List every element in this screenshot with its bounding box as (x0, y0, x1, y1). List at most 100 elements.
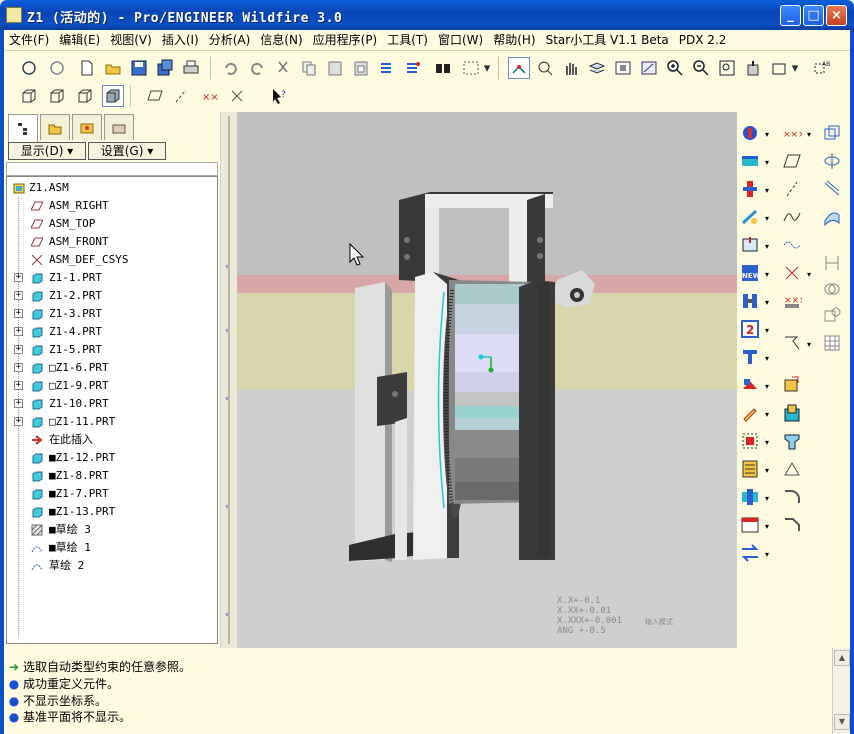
expand-icon[interactable]: + (14, 345, 23, 354)
expand-icon[interactable]: + (14, 291, 23, 300)
sweep-icon[interactable] (821, 178, 843, 200)
tab-folder-browser[interactable] (40, 114, 70, 140)
menu-pdx[interactable]: PDX 2.2 (674, 30, 732, 50)
new-session-icon[interactable] (18, 57, 40, 79)
menu-file[interactable]: 文件(F) (4, 30, 54, 50)
expand-icon[interactable]: + (14, 327, 23, 336)
expand-icon[interactable]: + (14, 417, 23, 426)
tree-item[interactable]: + Z1-2.PRT (7, 287, 217, 305)
tree-item[interactable]: + Z1-1.PRT (7, 269, 217, 287)
tree-item[interactable]: ASM_TOP (7, 215, 217, 233)
new-feature-icon[interactable]: NEW (739, 262, 761, 284)
datum-axis-icon[interactable] (781, 178, 803, 200)
appearance-icon[interactable] (638, 57, 660, 79)
tree-item[interactable]: ASM_FRONT (7, 233, 217, 251)
tree-item[interactable]: + Z1-10.PRT (7, 395, 217, 413)
print-icon[interactable] (180, 57, 202, 79)
trim-icon[interactable] (821, 252, 843, 274)
wireframe-icon[interactable] (18, 85, 40, 107)
regenerate-icon[interactable] (376, 57, 398, 79)
erase-icon[interactable] (46, 57, 68, 79)
tree-item[interactable]: ■Z1-12.PRT (7, 449, 217, 467)
extend-icon[interactable] (821, 304, 843, 326)
repeat-icon[interactable] (739, 374, 761, 396)
tree-item[interactable]: ■Z1-13.PRT (7, 503, 217, 521)
search-icon[interactable] (432, 57, 454, 79)
maximize-button[interactable]: □ (803, 5, 824, 26)
display-dropdown[interactable]: 显示(D) ▾ (8, 142, 86, 160)
tab-favorites[interactable] (72, 114, 102, 140)
datum-plane-icon[interactable] (781, 150, 803, 172)
saved-views-icon[interactable] (768, 57, 790, 79)
collapse-arrow-icon[interactable]: ‹ (225, 610, 233, 620)
analysis-feature-icon[interactable]: ××× (781, 290, 803, 312)
create-component-icon[interactable] (739, 150, 761, 172)
tree-item[interactable]: ■草绘 1 (7, 539, 217, 557)
panel-splitter[interactable]: ‹ ‹ ‹ ‹ ‹ (220, 112, 236, 648)
offset-icon[interactable] (781, 458, 803, 480)
menu-applications[interactable]: 应用程序(P) (308, 30, 383, 50)
menu-window[interactable]: 窗口(W) (433, 30, 488, 50)
bom-icon[interactable] (739, 514, 761, 536)
collapse-arrow-icon[interactable]: ‹ (225, 502, 233, 512)
family-table-icon[interactable] (739, 458, 761, 480)
expand-icon[interactable]: + (14, 381, 23, 390)
tree-item[interactable]: + Z1-4.PRT (7, 323, 217, 341)
swap-icon[interactable] (739, 542, 761, 564)
menu-insert[interactable]: 插入(I) (157, 30, 204, 50)
cut-out-icon[interactable] (781, 402, 803, 424)
tree-filter-bar[interactable] (6, 162, 218, 176)
tree-item[interactable]: + Z1-3.PRT (7, 305, 217, 323)
menu-info[interactable]: 信息(N) (255, 30, 307, 50)
menu-view[interactable]: 视图(V) (105, 30, 157, 50)
tree-item[interactable]: + □Z1-11.PRT (7, 413, 217, 431)
no-hidden-icon[interactable] (74, 85, 96, 107)
menu-edit[interactable]: 编辑(E) (54, 30, 105, 50)
tree-item[interactable]: ASM_RIGHT (7, 197, 217, 215)
mirror-component-icon[interactable] (739, 206, 761, 228)
select-box-icon[interactable] (460, 57, 482, 79)
refit-icon[interactable] (716, 57, 738, 79)
view-manager-icon[interactable] (612, 57, 634, 79)
paste-special-icon[interactable] (350, 57, 372, 79)
expand-icon[interactable]: + (14, 309, 23, 318)
save-icon[interactable] (128, 57, 150, 79)
datum-points-toggle-icon[interactable]: ××× (198, 85, 220, 107)
scroll-down-icon[interactable]: ▼ (834, 714, 850, 730)
expand-icon[interactable]: + (14, 363, 23, 372)
undo-icon[interactable] (220, 57, 242, 79)
tree-item[interactable]: + Z1-5.PRT (7, 341, 217, 359)
collapse-arrow-icon[interactable]: ‹ (225, 326, 233, 336)
expand-icon[interactable]: + (14, 399, 23, 408)
tree-item[interactable]: ■Z1-8.PRT (7, 467, 217, 485)
merge-icon[interactable] (739, 290, 761, 312)
scroll-up-icon[interactable]: ▲ (834, 650, 850, 666)
menu-tools[interactable]: 工具(T) (382, 30, 433, 50)
chevron-down-icon[interactable]: ▾ (790, 57, 800, 79)
reorient-icon[interactable] (742, 57, 764, 79)
tab-connections[interactable] (104, 114, 134, 140)
chamfer-icon[interactable] (781, 514, 803, 536)
datum-curve-icon[interactable] (781, 206, 803, 228)
package-icon[interactable] (739, 178, 761, 200)
paste-icon[interactable] (324, 57, 346, 79)
chevron-down-icon[interactable]: ▾ (482, 57, 492, 79)
rotate-axis-icon[interactable] (821, 150, 843, 172)
sketch-curve-icon[interactable] (781, 234, 803, 256)
close-button[interactable]: × (826, 5, 847, 26)
edit-definition-icon[interactable] (739, 402, 761, 424)
spin-center-icon[interactable] (508, 57, 530, 79)
tree-item[interactable]: ■草绘 3 (7, 521, 217, 539)
datum-point-icon[interactable]: ××× (781, 122, 803, 144)
pan-hand-icon[interactable] (560, 57, 582, 79)
datum-display-icon[interactable]: AB (810, 57, 832, 79)
tree-item[interactable]: ASM_DEF_CSYS (7, 251, 217, 269)
menu-help[interactable]: 帮助(H) (488, 30, 540, 50)
collapse-arrow-icon[interactable]: ‹ (225, 262, 233, 272)
tree-item[interactable]: 草绘 2 (7, 557, 217, 575)
csys-icon[interactable] (781, 262, 803, 284)
tree-item[interactable]: + □Z1-6.PRT (7, 359, 217, 377)
zoom-in-icon[interactable] (664, 57, 686, 79)
open-icon[interactable] (102, 57, 124, 79)
solidify-icon[interactable] (781, 430, 803, 452)
